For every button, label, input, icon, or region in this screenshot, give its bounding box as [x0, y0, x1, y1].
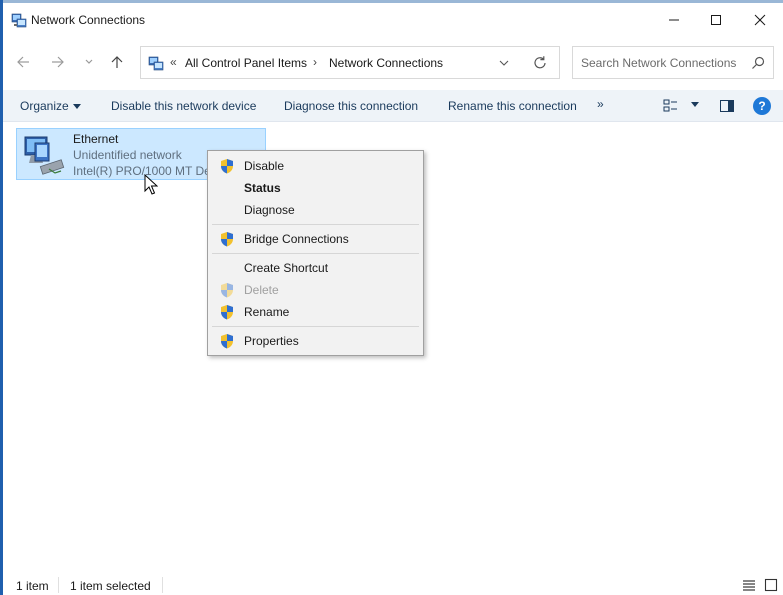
uac-shield-icon [221, 232, 233, 247]
menu-item-properties[interactable]: Properties [210, 330, 421, 352]
details-view-icon[interactable] [742, 578, 756, 592]
status-divider [162, 577, 163, 593]
view-options-caret-icon[interactable] [691, 102, 699, 107]
arrow-left-icon [17, 56, 29, 68]
diagnose-connection-button[interactable]: Diagnose this connection [284, 99, 418, 113]
maximize-button[interactable] [693, 3, 739, 37]
menu-label-rename: Rename [244, 305, 290, 319]
disable-device-button[interactable]: Disable this network device [111, 99, 256, 113]
item-count: 1 item [16, 579, 49, 593]
mouse-cursor-icon [144, 174, 158, 195]
uac-shield-icon [221, 159, 233, 174]
network-adapter-icon [24, 136, 65, 175]
window-title: Network Connections [31, 13, 146, 27]
menu-item-bridge-connections[interactable]: Bridge Connections [210, 228, 421, 250]
help-icon[interactable]: ? [753, 97, 771, 115]
maximize-icon [711, 15, 721, 25]
menu-separator [212, 253, 419, 254]
command-bar: Organize Disable this network device Dia… [3, 90, 783, 122]
change-view-icon[interactable] [663, 98, 679, 114]
recent-locations-button[interactable] [77, 48, 101, 76]
menu-label-diagnose: Diagnose [244, 203, 295, 217]
menu-item-disable[interactable]: Disable [210, 155, 421, 177]
menu-label-delete: Delete [244, 283, 279, 297]
breadcrumb-network-connections[interactable]: Network Connections [329, 56, 443, 70]
refresh-icon[interactable] [531, 54, 549, 72]
breadcrumb-overflow[interactable]: « [170, 55, 177, 69]
large-icons-view-icon[interactable] [764, 578, 778, 592]
context-menu: Disable Status Diagnose Bridge Connectio… [207, 150, 424, 356]
menu-label-disable: Disable [244, 159, 285, 173]
arrow-right-icon [52, 56, 64, 68]
breadcrumb-control-panel[interactable]: All Control Panel Items [185, 56, 307, 70]
menu-item-create-shortcut[interactable]: Create Shortcut [210, 257, 421, 279]
close-button[interactable] [737, 3, 783, 37]
back-button[interactable] [11, 48, 35, 76]
uac-shield-icon [221, 305, 233, 320]
breadcrumb-separator[interactable]: › [313, 55, 317, 69]
network-connections-icon [11, 13, 27, 28]
address-dropdown-icon[interactable] [496, 55, 512, 71]
address-bar[interactable]: « All Control Panel Items › Network Conn… [140, 46, 560, 79]
menu-label-properties: Properties [244, 334, 299, 348]
menu-item-diagnose[interactable]: Diagnose [210, 199, 421, 221]
close-icon [754, 14, 766, 26]
connection-status: Unidentified network [73, 148, 182, 162]
menu-item-rename[interactable]: Rename [210, 301, 421, 323]
chevron-down-icon [85, 59, 93, 64]
control-panel-icon [148, 56, 164, 71]
selection-count: 1 item selected [70, 579, 151, 593]
search-input[interactable] [581, 54, 741, 72]
forward-button[interactable] [46, 48, 70, 76]
status-bar: 1 item 1 item selected [3, 574, 783, 595]
organize-label: Organize [20, 99, 69, 113]
menu-label-create-shortcut: Create Shortcut [244, 261, 329, 275]
search-box[interactable] [572, 46, 774, 79]
status-divider [58, 577, 59, 593]
uac-shield-icon [221, 334, 233, 349]
minimize-icon [669, 19, 679, 21]
rename-connection-button[interactable]: Rename this connection [448, 99, 577, 113]
more-commands-button[interactable]: » [597, 97, 604, 111]
minimize-button[interactable] [651, 3, 697, 37]
menu-label-bridge-connections: Bridge Connections [244, 232, 349, 246]
connection-name: Ethernet [73, 132, 119, 146]
caret-down-icon [72, 104, 81, 110]
preview-pane-icon[interactable] [719, 98, 735, 114]
search-icon[interactable] [750, 55, 766, 71]
arrow-up-icon [111, 56, 123, 68]
menu-separator [212, 326, 419, 327]
uac-shield-icon [221, 283, 233, 298]
up-button[interactable] [105, 48, 129, 76]
menu-item-delete[interactable]: Delete [210, 279, 421, 301]
menu-separator [212, 224, 419, 225]
menu-label-status: Status [244, 181, 281, 195]
title-bar[interactable]: Network Connections [3, 3, 783, 37]
organize-menu[interactable]: Organize [20, 99, 81, 113]
menu-item-status[interactable]: Status [210, 177, 421, 199]
